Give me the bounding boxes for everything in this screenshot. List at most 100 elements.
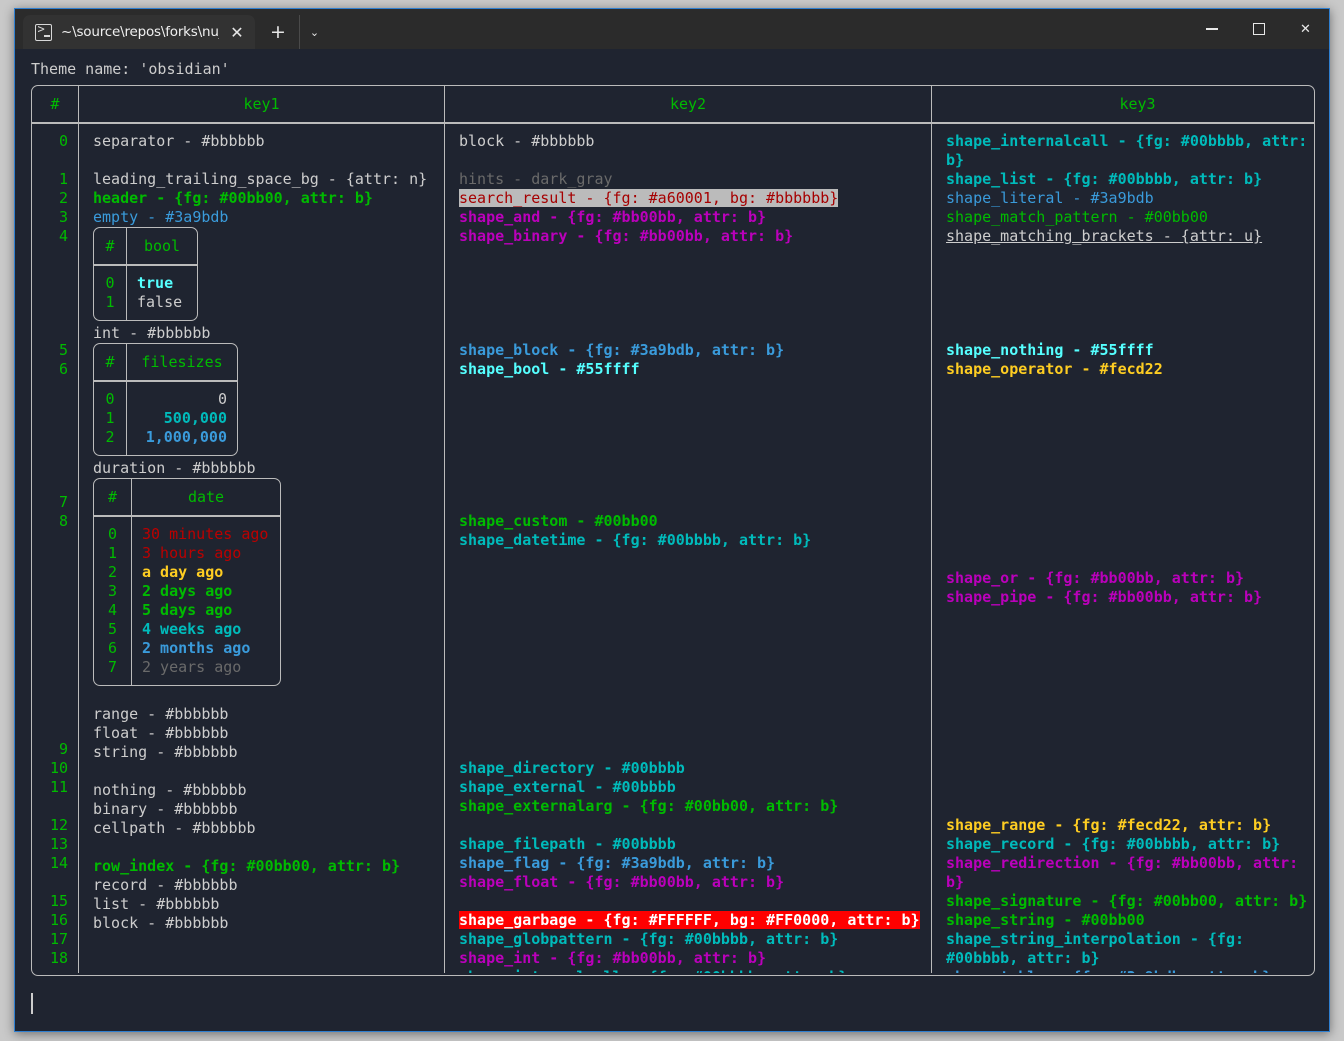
row-index bbox=[32, 455, 68, 474]
row-index: 8 bbox=[58, 512, 68, 530]
nested-row-index: 1 bbox=[107, 544, 118, 562]
entry-shape-filepath: shape_filepath - #00bbbb bbox=[459, 835, 676, 853]
nested-index-col: 0 1 2 bbox=[94, 382, 126, 455]
entry-cellpath: cellpath - #bbbbbb bbox=[93, 819, 256, 837]
entry-binary: binary - #bbbbbb bbox=[93, 800, 238, 818]
key3-column: shape_internalcall - {fg: #00bbbb, attr:… bbox=[932, 124, 1329, 973]
entry-shape-and: shape_and - {fg: #bb00bb, attr: b} bbox=[459, 208, 767, 226]
entry-nothing: nothing - #bbbbbb bbox=[93, 781, 247, 799]
nested-header-index: # bbox=[105, 352, 115, 371]
entry-shape-or: shape_or - {fg: #bb00bb, attr: b} bbox=[946, 569, 1245, 587]
nested-body: 0 1 2 3 4 5 6 7 30 minutes ago 3 hours a… bbox=[94, 517, 280, 685]
row-index: 12 bbox=[49, 816, 68, 834]
entry-shape-flag: shape_flag - {fg: #3a9bdb, attr: b} bbox=[459, 854, 776, 872]
row-index bbox=[32, 797, 68, 816]
entry-shape-signature: shape_signature - {fg: #00bb00, attr: b} bbox=[946, 892, 1308, 910]
key2-column: block - #bbbbbb hints - dark_gray search… bbox=[445, 124, 931, 973]
row-index bbox=[32, 683, 68, 702]
minimize-button[interactable] bbox=[1188, 9, 1235, 49]
nested-cell: 2 days ago bbox=[142, 582, 233, 600]
row-index bbox=[32, 417, 68, 436]
nested-cell: false bbox=[137, 293, 183, 311]
terminal-body[interactable]: Theme name: 'obsidian' # key1 key2 key3 … bbox=[15, 49, 1329, 1031]
tab-title: ~\source\repos\forks\nu_scrip bbox=[61, 24, 219, 40]
row-index bbox=[32, 645, 68, 664]
entry-hints: hints - dark_gray bbox=[459, 170, 613, 188]
row-index bbox=[32, 436, 68, 455]
row-index: 5 bbox=[58, 341, 68, 359]
entry-shape-garbage-text: shape_garbage - {fg: #FFFFFF, bg: #FF000… bbox=[459, 911, 920, 929]
nested-header-bool: bool bbox=[143, 236, 181, 255]
new-tab-button[interactable]: + bbox=[263, 15, 293, 49]
row-index: 9 bbox=[58, 740, 68, 758]
nested-row-index: 1 bbox=[105, 293, 115, 311]
nested-index-col: 0 1 2 3 4 5 6 7 bbox=[94, 517, 131, 685]
entry-block: block - #bbbbbb bbox=[93, 914, 229, 932]
nested-cell: 2 years ago bbox=[142, 658, 242, 676]
theme-name-line: Theme name: 'obsidian' bbox=[31, 60, 230, 78]
entry-range: range - #bbbbbb bbox=[93, 705, 229, 723]
row-index bbox=[32, 588, 68, 607]
row-index: 11 bbox=[49, 778, 68, 796]
entry-shape-table: shape_table - {fg: #3a9bdb, attr: b} bbox=[932, 968, 1329, 973]
entry-shape-internalcall: shape_internalcall - {fg: #00bbbb, attr: bbox=[946, 132, 1308, 150]
chevron-down-icon[interactable]: ⌄ bbox=[299, 15, 329, 49]
entry-shape-datetime: shape_datetime - {fg: #00bbbb, attr: b} bbox=[459, 531, 812, 549]
window-controls: ✕ bbox=[1188, 9, 1329, 49]
entry-shape-string: shape_string - #00bb00 bbox=[946, 911, 1145, 929]
nested-table-bool: # bool 0 1 true false bbox=[93, 227, 198, 321]
entry-shape-float: shape_float - {fg: #bb00bb, attr: b} bbox=[459, 873, 785, 891]
header-key3: key3 bbox=[1119, 94, 1156, 113]
nested-cell: 0 bbox=[217, 390, 227, 408]
nested-header-filesizes: filesizes bbox=[141, 352, 223, 371]
row-index: 10 bbox=[49, 759, 68, 777]
nested-row-index: 0 bbox=[105, 274, 115, 292]
entry-search-result: search_result - {fg: #a60001, bg: #bbbbb… bbox=[445, 189, 931, 208]
nested-row-index: 0 bbox=[107, 525, 118, 543]
entry-shape-record: shape_record - {fg: #00bbbb, attr: b} bbox=[946, 835, 1281, 853]
entry-record: record - #bbbbbb bbox=[93, 876, 238, 894]
table-body-row: 0 1 2 3 4 5 6 7 8 9 10 11 12 13 14 15 16… bbox=[32, 124, 1314, 973]
entry-duration: duration - #bbbbbb bbox=[93, 459, 256, 477]
nested-row-index: 0 bbox=[105, 390, 115, 408]
nested-body: 0 1 2 0 500,000 1,000,000 bbox=[94, 382, 237, 455]
row-index: 4 bbox=[58, 227, 68, 245]
entry-shape-redirection-wrap: b} bbox=[946, 873, 965, 891]
row-index bbox=[32, 569, 68, 588]
entry-row-index: row_index - {fg: #00bb00, attr: b} bbox=[93, 857, 401, 875]
nested-value-col: 0 500,000 1,000,000 bbox=[127, 382, 237, 455]
row-index bbox=[32, 474, 68, 493]
close-window-button[interactable]: ✕ bbox=[1282, 9, 1329, 49]
nested-row-index: 2 bbox=[107, 563, 118, 581]
row-index: 2 bbox=[58, 189, 68, 207]
maximize-button[interactable] bbox=[1235, 9, 1282, 49]
entry-header: header - {fg: #00bb00, attr: b} bbox=[93, 189, 373, 207]
entry-shape-match-pattern: shape_match_pattern - #00bb00 bbox=[946, 208, 1208, 226]
terminal-tab[interactable]: ~\source\repos\forks\nu_scrip ✕ bbox=[23, 15, 255, 49]
nested-header-index: # bbox=[105, 236, 115, 255]
entry-shape-int: shape_int - {fg: #bb00bb, attr: b} bbox=[459, 949, 767, 967]
entry-shape-string-interpolation: shape_string_interpolation - {fg: bbox=[946, 930, 1245, 948]
row-index: 6 bbox=[58, 360, 68, 378]
entry-shape-matching-brackets: shape_matching_brackets - {attr: u} bbox=[946, 227, 1263, 245]
entry-shape-externalarg: shape_externalarg - {fg: #00bb00, attr: … bbox=[459, 797, 839, 815]
entry-separator: separator - #bbbbbb bbox=[93, 132, 265, 150]
row-index bbox=[32, 664, 68, 683]
nested-body: 0 1 true false bbox=[94, 266, 197, 320]
nested-header-row: # date bbox=[94, 479, 280, 517]
row-index bbox=[32, 151, 68, 170]
entry-shape-pipe: shape_pipe - {fg: #bb00bb, attr: b} bbox=[946, 588, 1263, 606]
entry-shape-internalcall-wrap: b} bbox=[946, 151, 965, 169]
row-index bbox=[32, 721, 68, 740]
nested-cell: true bbox=[137, 274, 174, 292]
row-index: 3 bbox=[58, 208, 68, 226]
entry-shape-external: shape_external - #00bbbb bbox=[459, 778, 676, 796]
entry-shape-bool: shape_bool - #55ffff bbox=[459, 360, 640, 378]
close-tab-icon[interactable]: ✕ bbox=[223, 18, 251, 46]
row-index: 13 bbox=[49, 835, 68, 853]
entry-list: list - #bbbbbb bbox=[93, 895, 220, 913]
row-index: 15 bbox=[49, 892, 68, 910]
